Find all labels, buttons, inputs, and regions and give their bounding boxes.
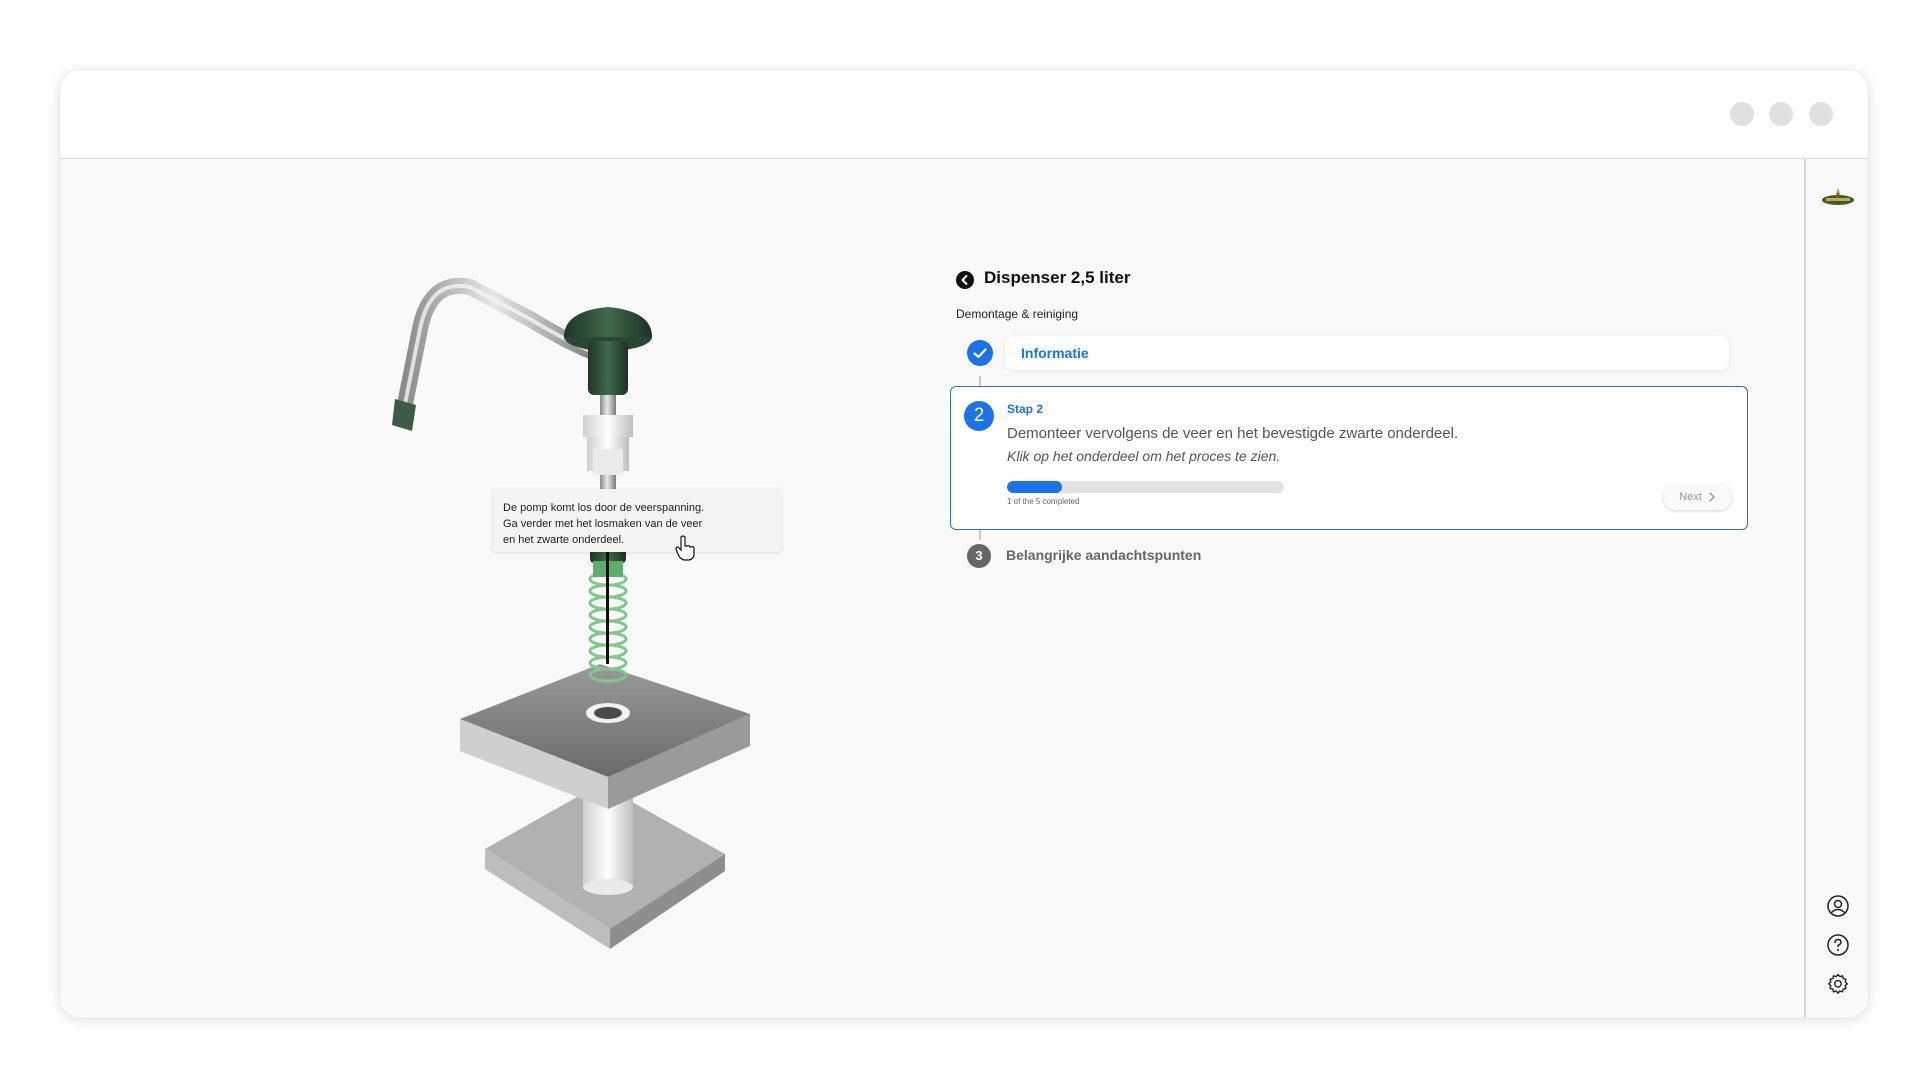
tooltip-line: en het zwarte onderdeel. — [503, 534, 625, 546]
step-3-badge: 3 — [967, 544, 991, 568]
model-viewport[interactable]: De pomp komt los door de veerspanning. G… — [60, 159, 960, 1018]
chevron-right-icon — [1709, 492, 1715, 502]
step-1-badge — [967, 340, 993, 366]
next-button[interactable]: Next — [1663, 484, 1732, 510]
step-2-label: Stap 2 — [1007, 402, 1044, 416]
window-control-minimize[interactable] — [1730, 102, 1754, 126]
app-window: De pomp komt los door de veerspanning. G… — [60, 70, 1868, 1018]
page-subtitle: Demontage & reiniging — [956, 307, 1079, 321]
brand-logo-icon — [1822, 188, 1854, 205]
back-arrow-icon[interactable] — [956, 271, 974, 289]
main-content: De pomp komt los door de veerspanning. G… — [60, 159, 1804, 1018]
step-2-description: Demonteer vervolgens de veer en het beve… — [1007, 425, 1459, 442]
instruction-panel: Dispenser 2,5 liter Demontage & reinigin… — [950, 159, 1750, 1018]
step-1-label: Informatie — [1021, 345, 1089, 361]
step-progress-bar — [1007, 481, 1284, 493]
part-tooltip: De pomp komt los door de veerspanning. G… — [493, 489, 781, 552]
check-icon — [973, 348, 987, 359]
drip-tray[interactable] — [460, 664, 750, 809]
user-icon[interactable] — [1826, 894, 1850, 918]
title-bar — [60, 70, 1868, 159]
step-2-card: 2 Stap 2 Demonteer vervolgens de veer en… — [950, 386, 1748, 530]
tooltip-line: Ga verder met het losmaken van de veer — [503, 518, 703, 530]
step-progress-text: 1 of the 5 completed — [1007, 497, 1080, 506]
settings-icon[interactable] — [1826, 972, 1850, 996]
window-control-close[interactable] — [1809, 102, 1833, 126]
spout[interactable] — [392, 277, 608, 431]
step-progress-fill — [1007, 481, 1063, 493]
step-3-label[interactable]: Belangrijke aandachtspunten — [1006, 547, 1201, 563]
tooltip-line: De pomp komt los door de veerspanning. — [503, 502, 705, 514]
window-control-maximize[interactable] — [1769, 102, 1793, 126]
page-title: Dispenser 2,5 liter — [984, 268, 1131, 287]
right-sidebar — [1804, 159, 1868, 1018]
step-connector — [979, 529, 981, 540]
step-2-hint: Klik op het onderdeel om het proces te z… — [1007, 448, 1281, 464]
hand-cursor-icon — [675, 535, 695, 561]
step-1-card[interactable]: Informatie — [1005, 336, 1729, 370]
step-2-badge: 2 — [964, 401, 994, 431]
help-icon[interactable] — [1826, 933, 1850, 957]
next-button-label: Next — [1679, 491, 1702, 503]
dispenser-3d-model[interactable] — [60, 159, 960, 1018]
